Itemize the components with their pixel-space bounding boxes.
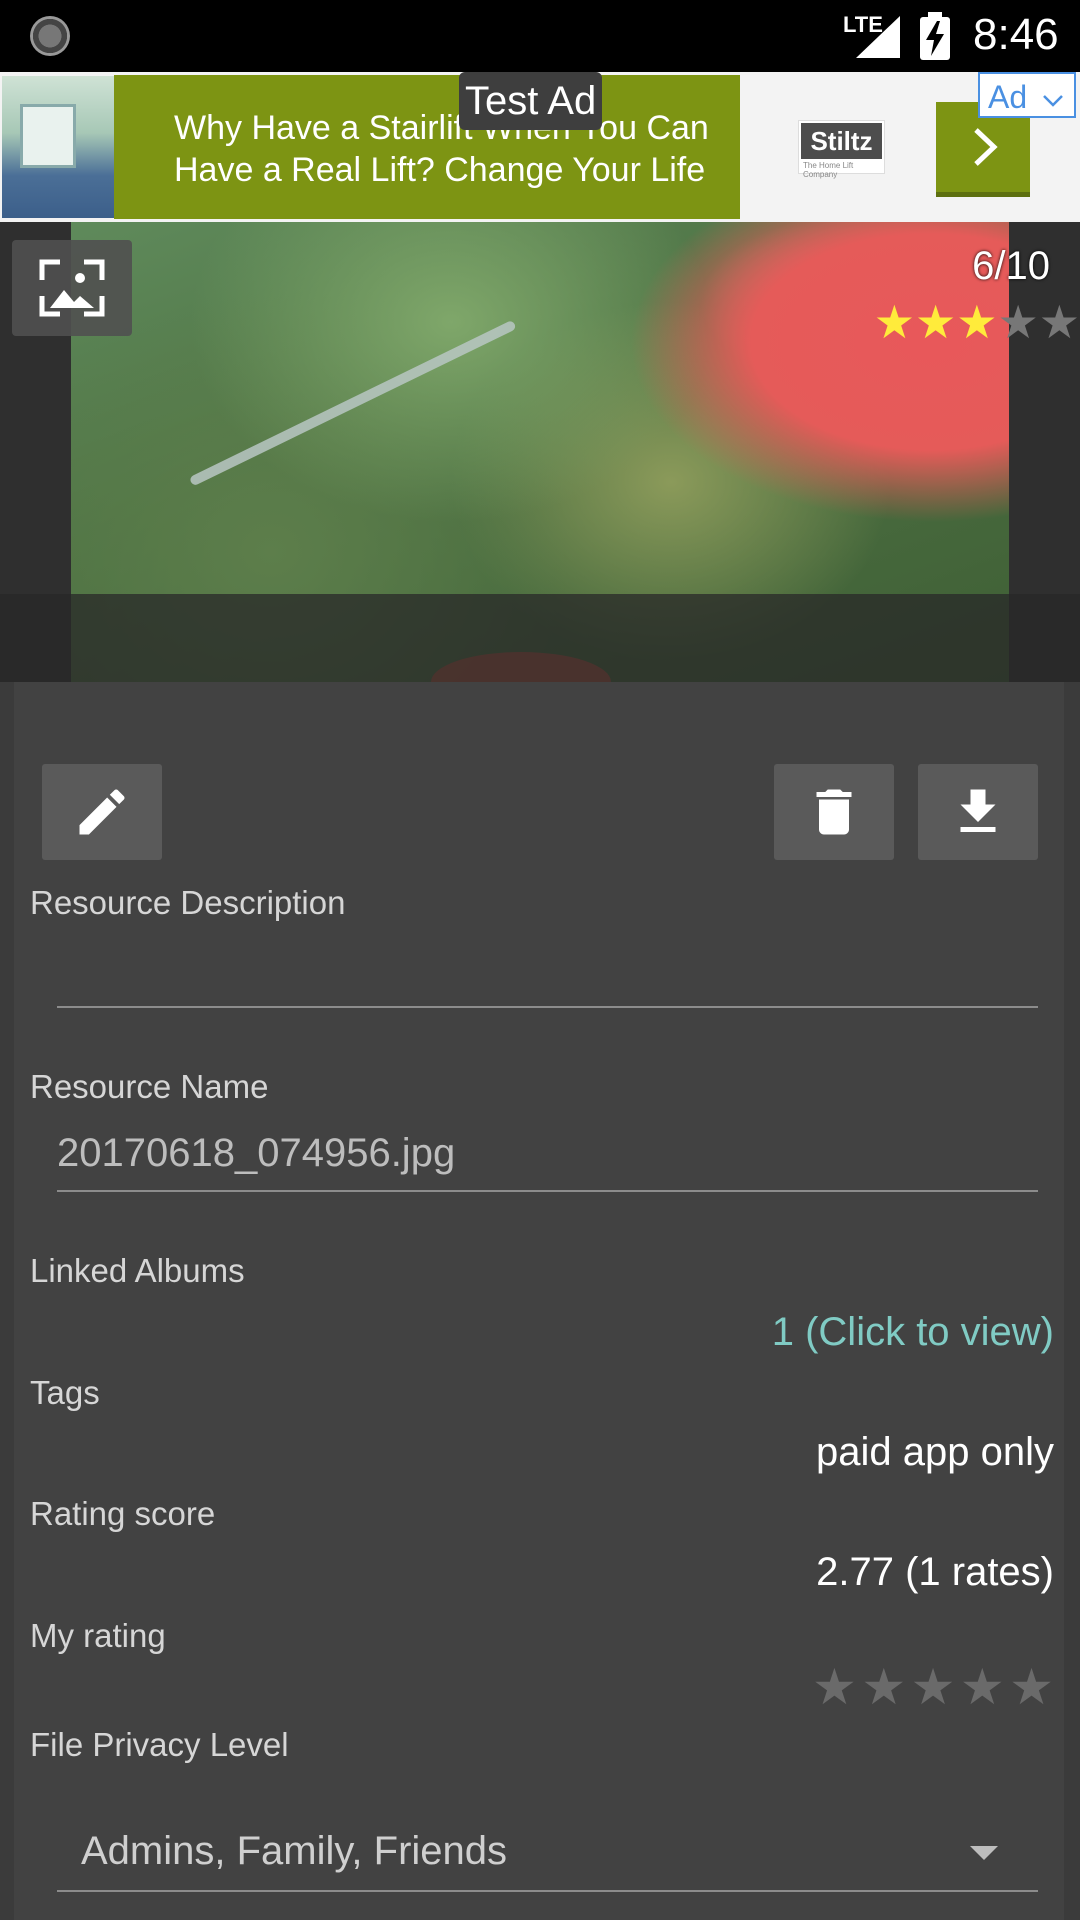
name-field[interactable]: 20170618_074956.jpg [57,1118,1038,1192]
star-icon: ★ [997,296,1039,348]
ad-banner[interactable]: Why Have a Stairlift When You Can Have a… [0,72,1080,224]
ad-brand-logo[interactable]: Stiltz The Home Lift Company [798,120,885,179]
trash-icon [816,789,852,835]
chevron-down-icon [1043,95,1063,107]
rating-score-value: 2.77 (1 rates) [816,1550,1054,1594]
name-label: Resource Name [30,1068,269,1105]
download-button[interactable] [918,764,1038,860]
fullscreen-button[interactable] [12,240,132,336]
edit-button[interactable] [42,764,162,860]
star-icon: ★ [1038,296,1080,348]
delete-button[interactable] [774,764,894,860]
star-icon[interactable]: ★ [960,1659,1005,1715]
privacy-selected-value: Admins, Family, Friends [81,1829,508,1873]
resource-details-card: Resource Description Resource Name 20170… [14,682,1064,1920]
star-icon: ★ [915,296,957,348]
description-label: Resource Description [30,884,346,921]
photo-viewer[interactable]: 6/10 ★★★★★ [0,222,1080,682]
tags-label: Tags [30,1374,100,1411]
pencil-icon [79,789,125,835]
photo-rating-stars: ★★★★★ [874,299,1080,345]
download-icon [960,789,996,832]
star-icon[interactable]: ★ [1009,1659,1054,1715]
loading-icon [30,16,70,56]
star-icon: ★ [956,296,998,348]
ad-image[interactable] [2,76,114,218]
star-icon[interactable]: ★ [911,1659,956,1715]
my-rating-label: My rating [30,1617,166,1654]
rating-score-label: Rating score [30,1495,216,1532]
tags-value: paid app only [816,1430,1054,1474]
description-field[interactable] [57,934,1038,1008]
linked-albums-link[interactable]: 1 (Click to view) [772,1310,1054,1355]
privacy-select[interactable]: Admins, Family, Friends [57,1812,1038,1892]
status-bar: LTE 8:46 [0,0,1080,72]
dropdown-arrow-icon [970,1846,998,1860]
fullscreen-image-icon [39,259,105,317]
photo-counter: 6/10 [972,244,1050,288]
test-ad-label: Test Ad [459,72,603,130]
battery-charging-icon [920,12,950,60]
ad-choices-label: Ad [988,79,1028,115]
star-icon[interactable]: ★ [861,1659,906,1715]
star-icon[interactable]: ★ [812,1659,857,1715]
clock: 8:46 [973,10,1059,59]
privacy-label: File Privacy Level [30,1726,289,1763]
ad-brand-name: Stiltz [801,123,882,159]
ad-headline-area[interactable]: Why Have a Stairlift When You Can Have a… [114,75,740,219]
ad-headline: Why Have a Stairlift When You Can Have a… [174,109,709,189]
ad-choices-button[interactable]: Ad [978,72,1076,118]
linked-albums-label: Linked Albums [30,1252,245,1289]
my-rating-stars[interactable]: ★ ★ ★ ★ ★ [812,1662,1054,1712]
signal-icon [856,16,900,58]
ad-brand-tagline: The Home Lift Company [803,161,854,179]
star-icon: ★ [873,296,915,348]
photo-overlay [0,594,1080,682]
